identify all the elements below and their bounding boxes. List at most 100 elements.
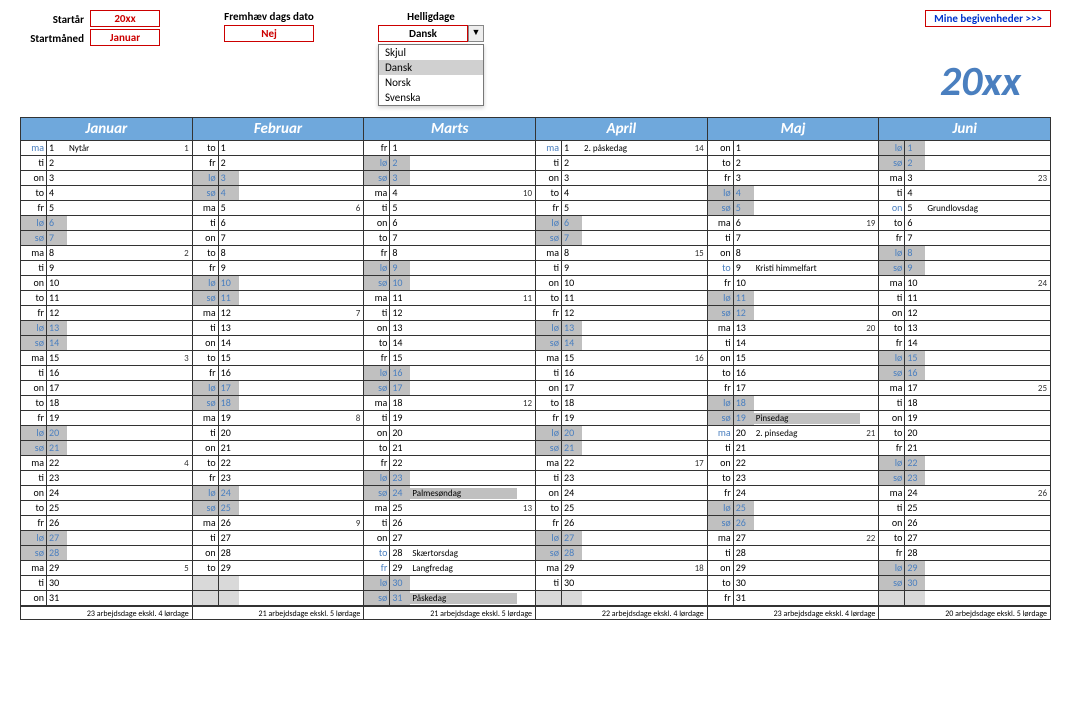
day-row[interactable]: lø17 [193, 381, 364, 396]
day-row[interactable]: ti7 [708, 231, 879, 246]
day-row[interactable]: lø9 [364, 261, 535, 276]
day-row[interactable]: ti16 [21, 366, 192, 381]
day-row[interactable]: on15 [708, 351, 879, 366]
dropdown-option[interactable]: Dansk [379, 60, 483, 75]
day-row[interactable]: sø5 [708, 201, 879, 216]
day-row[interactable]: sø9 [879, 261, 1050, 276]
day-row[interactable]: fr8 [364, 246, 535, 261]
day-row[interactable]: to25 [21, 501, 192, 516]
day-row[interactable]: to30 [708, 576, 879, 591]
day-row[interactable]: fr24 [708, 486, 879, 501]
day-row[interactable]: lø6 [21, 216, 192, 231]
day-row[interactable]: ti18 [879, 396, 1050, 411]
day-row[interactable]: on20 [364, 426, 535, 441]
day-row[interactable]: ma127 [193, 306, 364, 321]
day-row[interactable]: ma202. pinsedag21 [708, 426, 879, 441]
day-row[interactable]: fr3 [708, 171, 879, 186]
day-row[interactable]: ti11 [879, 291, 1050, 306]
dropdown-option[interactable]: Skjul [379, 45, 483, 60]
day-row[interactable]: fr2 [193, 156, 364, 171]
day-row[interactable]: lø25 [708, 501, 879, 516]
day-row[interactable]: sø24Palmesøndag [364, 486, 535, 501]
day-row[interactable]: ti13 [193, 321, 364, 336]
day-row[interactable]: fr31 [708, 591, 879, 606]
day-row[interactable]: ma1Nytår1 [21, 141, 192, 156]
dropdown-option[interactable]: Norsk [379, 75, 483, 90]
day-row[interactable]: ti30 [536, 576, 707, 591]
day-row[interactable]: ti5 [364, 201, 535, 216]
day-row[interactable]: to18 [536, 396, 707, 411]
day-row[interactable]: on27 [364, 531, 535, 546]
day-row[interactable]: sø10 [364, 276, 535, 291]
day-row[interactable]: on1 [708, 141, 879, 156]
day-row[interactable]: fr21 [879, 441, 1050, 456]
day-row[interactable]: sø26 [708, 516, 879, 531]
day-row[interactable]: to14 [364, 336, 535, 351]
day-row[interactable]: ma1516 [536, 351, 707, 366]
day-row[interactable]: to23 [708, 471, 879, 486]
day-row[interactable] [536, 591, 707, 606]
day-row[interactable]: lø6 [536, 216, 707, 231]
day-row[interactable]: on5Grundlovsdag [879, 201, 1050, 216]
day-row[interactable]: lø10 [193, 276, 364, 291]
day-row[interactable]: ma2513 [364, 501, 535, 516]
day-row[interactable]: sø21 [21, 441, 192, 456]
day-row[interactable]: fr1 [364, 141, 535, 156]
day-row[interactable]: to1 [193, 141, 364, 156]
day-row[interactable]: on17 [21, 381, 192, 396]
day-row[interactable]: ti9 [536, 261, 707, 276]
day-row[interactable]: fr19 [21, 411, 192, 426]
day-row[interactable]: ma815 [536, 246, 707, 261]
day-row[interactable]: ma2217 [536, 456, 707, 471]
day-row[interactable]: to9Kristi himmelfart [708, 261, 879, 276]
day-row[interactable]: ti30 [21, 576, 192, 591]
day-row[interactable]: ti26 [364, 516, 535, 531]
day-row[interactable]: lø24 [193, 486, 364, 501]
day-row[interactable]: fr9 [193, 261, 364, 276]
day-row[interactable]: lø27 [536, 531, 707, 546]
day-row[interactable]: ma224 [21, 456, 192, 471]
day-row[interactable]: on12 [879, 306, 1050, 321]
day-row[interactable]: ti27 [193, 531, 364, 546]
day-row[interactable]: ti21 [708, 441, 879, 456]
dropdown-button[interactable]: ▼ [468, 25, 484, 42]
day-row[interactable]: on10 [21, 276, 192, 291]
day-row[interactable]: on13 [364, 321, 535, 336]
day-row[interactable]: on3 [21, 171, 192, 186]
day-row[interactable]: to11 [536, 291, 707, 306]
day-row[interactable]: to22 [193, 456, 364, 471]
day-row[interactable]: fr16 [193, 366, 364, 381]
day-row[interactable]: sø23 [879, 471, 1050, 486]
day-row[interactable]: sø12 [708, 306, 879, 321]
day-row[interactable]: lø30 [364, 576, 535, 591]
day-row[interactable]: ti6 [193, 216, 364, 231]
day-row[interactable]: fr26 [536, 516, 707, 531]
day-row[interactable] [879, 591, 1050, 606]
day-row[interactable]: sø25 [193, 501, 364, 516]
day-row[interactable]: on14 [193, 336, 364, 351]
day-row[interactable]: fr12 [536, 306, 707, 321]
day-row[interactable]: on21 [193, 441, 364, 456]
day-row[interactable]: to4 [536, 186, 707, 201]
day-row[interactable]: lø27 [21, 531, 192, 546]
day-row[interactable]: ma2918 [536, 561, 707, 576]
day-row[interactable]: ti14 [708, 336, 879, 351]
day-row[interactable]: sø31Påskedag [364, 591, 535, 606]
day-row[interactable]: ma1024 [879, 276, 1050, 291]
day-row[interactable]: on6 [364, 216, 535, 231]
day-row[interactable] [193, 576, 364, 591]
day-row[interactable]: ma2426 [879, 486, 1050, 501]
day-row[interactable]: on7 [193, 231, 364, 246]
day-row[interactable]: ti4 [879, 186, 1050, 201]
day-row[interactable]: on29 [708, 561, 879, 576]
day-row[interactable]: sø4 [193, 186, 364, 201]
day-row[interactable]: to25 [536, 501, 707, 516]
day-row[interactable]: sø14 [536, 336, 707, 351]
day-row[interactable]: to8 [193, 246, 364, 261]
day-row[interactable]: sø21 [536, 441, 707, 456]
day-row[interactable]: ti2 [536, 156, 707, 171]
fremhaev-input[interactable]: Nej [224, 25, 314, 42]
day-row[interactable]: lø11 [708, 291, 879, 306]
day-row[interactable]: to15 [193, 351, 364, 366]
day-row[interactable]: sø14 [21, 336, 192, 351]
